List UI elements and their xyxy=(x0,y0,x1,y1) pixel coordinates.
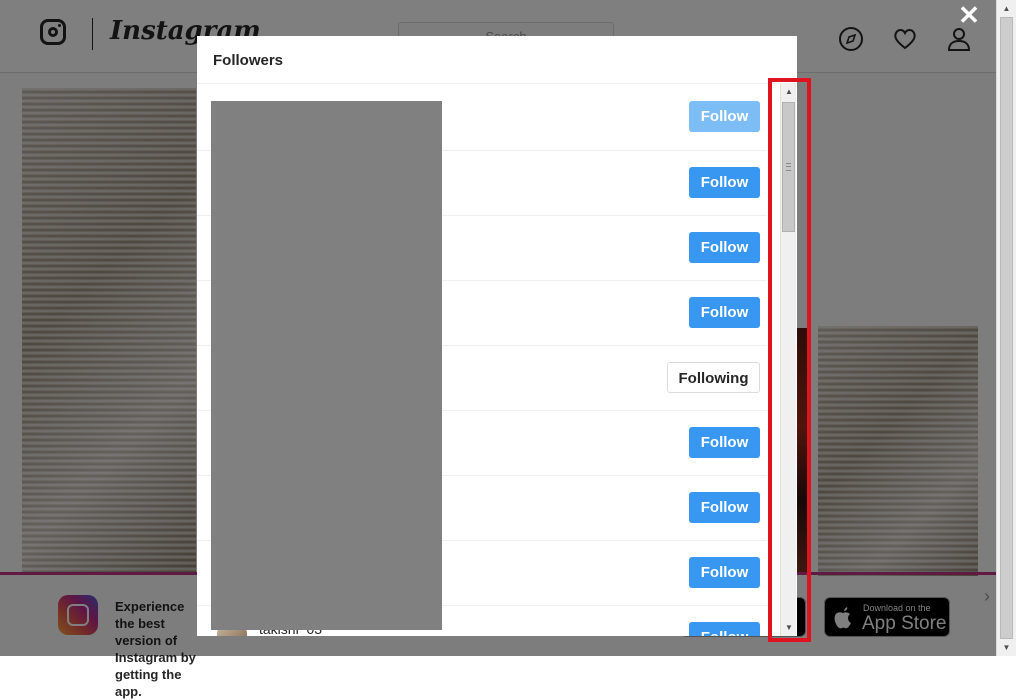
scroll-down-arrow-icon[interactable]: ▼ xyxy=(997,639,1016,656)
window-scrollbar[interactable]: ▲ ▼ xyxy=(996,0,1016,656)
followers-modal: Followers Follow Follow Follow Follow Fo… xyxy=(197,36,797,636)
modal-title: Followers xyxy=(213,52,284,69)
follow-button[interactable]: Follow xyxy=(689,297,760,328)
scrollbar-thumb[interactable] xyxy=(1000,17,1013,639)
follow-button[interactable]: Follow xyxy=(689,101,760,132)
follow-button[interactable]: Follow xyxy=(689,167,760,198)
scroll-up-arrow-icon[interactable]: ▲ xyxy=(997,0,1016,17)
following-button[interactable]: Following xyxy=(667,362,760,393)
redacted-region xyxy=(211,101,442,630)
close-icon[interactable]: ✕ xyxy=(956,2,982,28)
follow-button[interactable]: Follow xyxy=(689,427,760,458)
modal-header: Followers xyxy=(197,36,797,84)
follow-button[interactable]: Follow xyxy=(689,492,760,523)
highlight-annotation xyxy=(768,78,811,642)
follow-button[interactable]: Follow xyxy=(689,232,760,263)
follow-button[interactable]: Follow xyxy=(689,557,760,588)
follow-button[interactable]: Follow xyxy=(689,622,760,636)
